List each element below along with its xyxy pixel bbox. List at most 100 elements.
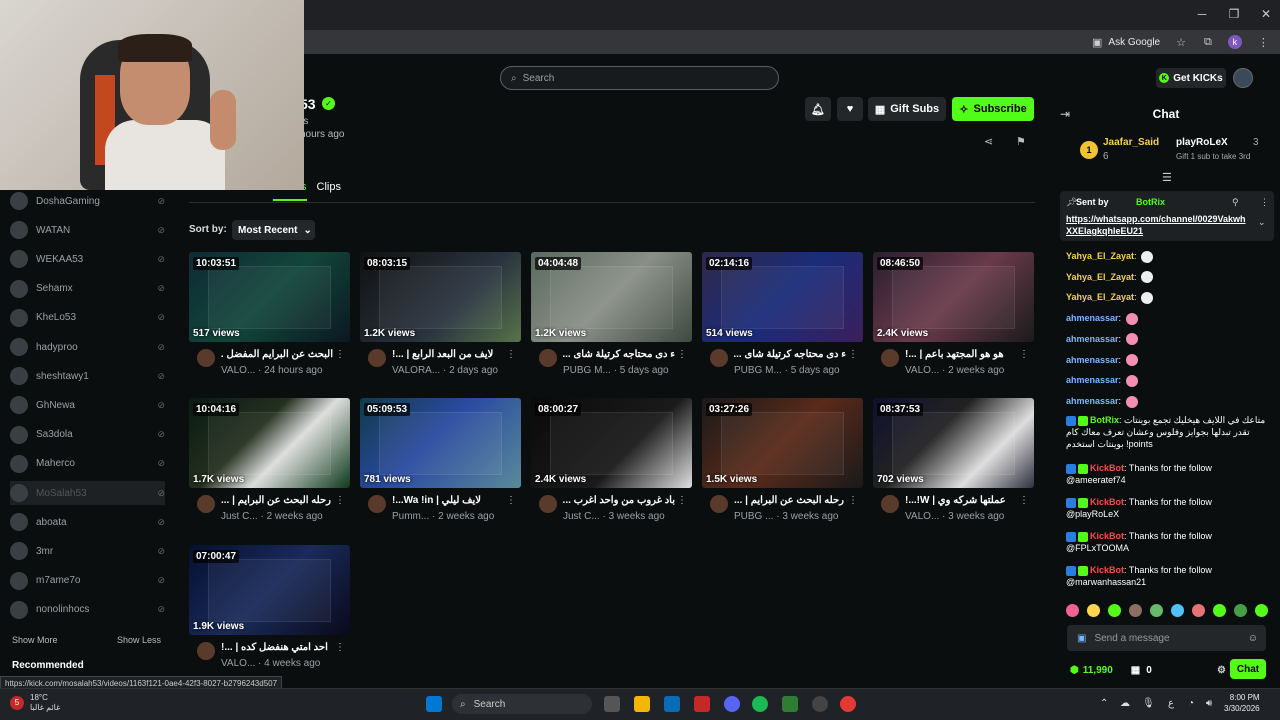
video-category[interactable]: Just C... — [563, 511, 600, 522]
follow-heart-button[interactable]: ♥ — [837, 97, 863, 121]
volume-icon[interactable]: 🔊︎ — [1206, 698, 1212, 709]
app-icon[interactable] — [694, 696, 710, 712]
video-title[interactable]: لايف ليلي | Wa !in...! — [392, 495, 504, 506]
video-title[interactable]: ء دى محتاجه كرتيلة شاى ... — [734, 349, 846, 360]
video-card[interactable]: 08:03:15 1.2K views لايف من البعد الرابع |… — [360, 252, 521, 382]
video-category[interactable]: VALO... — [221, 658, 255, 669]
video-more-icon[interactable]: ⋮ — [506, 495, 516, 506]
weather-widget[interactable]: 5 18°C غائم غالبا — [10, 693, 60, 713]
show-more-link[interactable]: Show More — [12, 635, 58, 645]
chat-username[interactable]: KickBot — [1090, 497, 1124, 507]
video-thumbnail[interactable]: 08:00:27 2.4K views — [531, 398, 692, 488]
video-title[interactable]: البحث عن البرايم المفضل ... — [221, 349, 333, 360]
video-card[interactable]: 04:04:48 1.2K views ء دى محتاجه كرتيلة شاى… — [531, 252, 692, 382]
video-thumbnail[interactable]: 10:04:16 1.7K views — [189, 398, 350, 488]
video-thumbnail[interactable]: 05:09:53 781 views — [360, 398, 521, 488]
emote-2[interactable] — [1087, 604, 1100, 617]
chat-username[interactable]: Yahya_El_Zayat — [1066, 272, 1134, 282]
profile-avatar[interactable]: k — [1227, 35, 1242, 49]
menu-kebab-icon[interactable]: ⋮ — [1258, 36, 1269, 49]
chat-username[interactable]: ahmenassar — [1066, 396, 1119, 406]
channel-avatar[interactable] — [539, 349, 557, 367]
ask-google-button[interactable]: Ask Google — [1108, 37, 1160, 48]
network-icon[interactable]: ☁ — [1120, 698, 1130, 709]
video-card[interactable]: 10:03:51 517 views البحث عن البرايم المفضل… — [189, 252, 350, 382]
user-avatar[interactable] — [1233, 68, 1253, 88]
sidebar-item[interactable]: KheLo53 ⊘ — [10, 306, 165, 330]
chat-username[interactable]: ahmenassar — [1066, 313, 1119, 323]
discord-icon[interactable] — [724, 696, 740, 712]
video-thumbnail[interactable]: 08:37:53 702 views — [873, 398, 1034, 488]
sidebar-item[interactable]: MoSalah53 ⊘ — [10, 481, 165, 505]
chat-username[interactable]: ahmenassar — [1066, 355, 1119, 365]
chat-username[interactable]: KickBot — [1090, 565, 1124, 575]
chat-send-button[interactable]: Chat — [1230, 659, 1266, 679]
tab-clips[interactable]: Clips — [317, 181, 341, 201]
sidebar-item[interactable]: WATAN ⊘ — [10, 218, 165, 242]
emote-4[interactable] — [1129, 604, 1142, 617]
points-balance[interactable]: 0 — [1146, 665, 1152, 676]
video-more-icon[interactable]: ⋮ — [335, 642, 345, 653]
chat-username[interactable]: KickBot — [1090, 531, 1124, 541]
sidebar-item[interactable]: Sa3dola ⊘ — [10, 423, 165, 447]
chrome-icon[interactable] — [840, 696, 856, 712]
video-category[interactable]: PUBG M... — [734, 365, 782, 376]
channel-avatar[interactable] — [197, 642, 215, 660]
pinned-link[interactable]: https://whatsapp.com/channel/0029VakwhXX… — [1066, 213, 1246, 237]
video-thumbnail[interactable]: 03:27:26 1.5K views — [702, 398, 863, 488]
video-title[interactable]: باد غروب من واحد اغرب ... — [563, 495, 675, 506]
channel-avatar[interactable] — [881, 349, 899, 367]
app-icon-2[interactable] — [782, 696, 798, 712]
report-user-icon[interactable]: ⚑ — [1016, 135, 1026, 148]
video-more-icon[interactable]: ⋮ — [506, 349, 516, 360]
notification-bell-button[interactable]: 🔔︎ — [805, 97, 831, 121]
video-card[interactable]: 10:04:16 1.7K views رحله البحث عن البرايم … — [189, 398, 350, 528]
channel-avatar[interactable] — [881, 495, 899, 513]
restore-icon[interactable]: ❐ — [1224, 6, 1244, 22]
emote-1[interactable] — [1066, 604, 1079, 617]
gift-subs-button[interactable]: ▦ Gift Subs — [868, 97, 946, 121]
channel-avatar[interactable] — [197, 495, 215, 513]
chat-username[interactable]: Yahya_El_Zayat — [1066, 292, 1134, 302]
emote-9[interactable] — [1234, 604, 1247, 617]
obs-icon[interactable] — [812, 696, 828, 712]
pinned-user[interactable]: BotRix — [1136, 197, 1165, 207]
video-more-icon[interactable]: ⋮ — [335, 349, 345, 360]
emote-5[interactable] — [1150, 604, 1163, 617]
video-card[interactable]: 08:00:27 2.4K views باد غروب من واحد اغرب … — [531, 398, 692, 528]
sidebar-item[interactable]: nonolinhocs ⊘ — [10, 598, 165, 622]
file-explorer-icon[interactable] — [634, 696, 650, 712]
language-indicator[interactable]: ع — [1168, 698, 1174, 709]
mic-icon[interactable]: 🎙︎ — [1142, 698, 1155, 709]
chat-message-input[interactable]: ▣ Send a message ☺ — [1067, 625, 1266, 651]
sidebar-item[interactable]: 3mr ⊘ — [10, 539, 165, 563]
emoji-icon[interactable]: ☺ — [1248, 633, 1258, 644]
video-category[interactable]: VALO... — [905, 511, 939, 522]
share-icon[interactable]: ⋖ — [984, 135, 993, 148]
search-input[interactable]: ⌕ Search — [500, 66, 779, 90]
chat-username[interactable]: ahmenassar — [1066, 334, 1119, 344]
unpin-icon[interactable]: ⚲ — [1232, 197, 1239, 208]
video-category[interactable]: Just C... — [221, 511, 258, 522]
video-category[interactable]: Pumm... — [392, 511, 429, 522]
video-card[interactable]: 03:27:26 1.5K views رحله البحث عن البرايم … — [702, 398, 863, 528]
video-title[interactable]: رحله البحث عن البرايم | ... — [221, 495, 333, 506]
video-title[interactable]: هو هو المجتهد باعم | ...! — [905, 349, 1017, 360]
top-gifter-1[interactable]: Jaafar_Said — [1103, 137, 1159, 148]
windows-start-icon[interactable] — [426, 696, 442, 712]
emote-10[interactable] — [1255, 604, 1268, 617]
video-title[interactable]: ء دى محتاجه كرتيلة شاى ... — [563, 349, 675, 360]
sort-select[interactable]: Most Recent ⌄ — [232, 220, 315, 240]
video-thumbnail[interactable]: 10:03:51 517 views — [189, 252, 350, 342]
sidebar-item[interactable]: WEKAA53 ⊘ — [10, 247, 165, 271]
minimize-icon[interactable]: ─ — [1192, 6, 1212, 22]
store-icon[interactable] — [664, 696, 680, 712]
task-view-icon[interactable] — [604, 696, 620, 712]
sidebar-item[interactable]: sheshtawy1 ⊘ — [10, 364, 165, 388]
channel-avatar[interactable] — [197, 349, 215, 367]
video-more-icon[interactable]: ⋮ — [848, 495, 858, 506]
chat-username[interactable]: KickBot — [1090, 463, 1124, 473]
video-more-icon[interactable]: ⋮ — [677, 495, 687, 506]
video-thumbnail[interactable]: 07:00:47 1.9K views — [189, 545, 350, 635]
video-title[interactable]: عملتها شركه وي | W!...! — [905, 495, 1017, 506]
